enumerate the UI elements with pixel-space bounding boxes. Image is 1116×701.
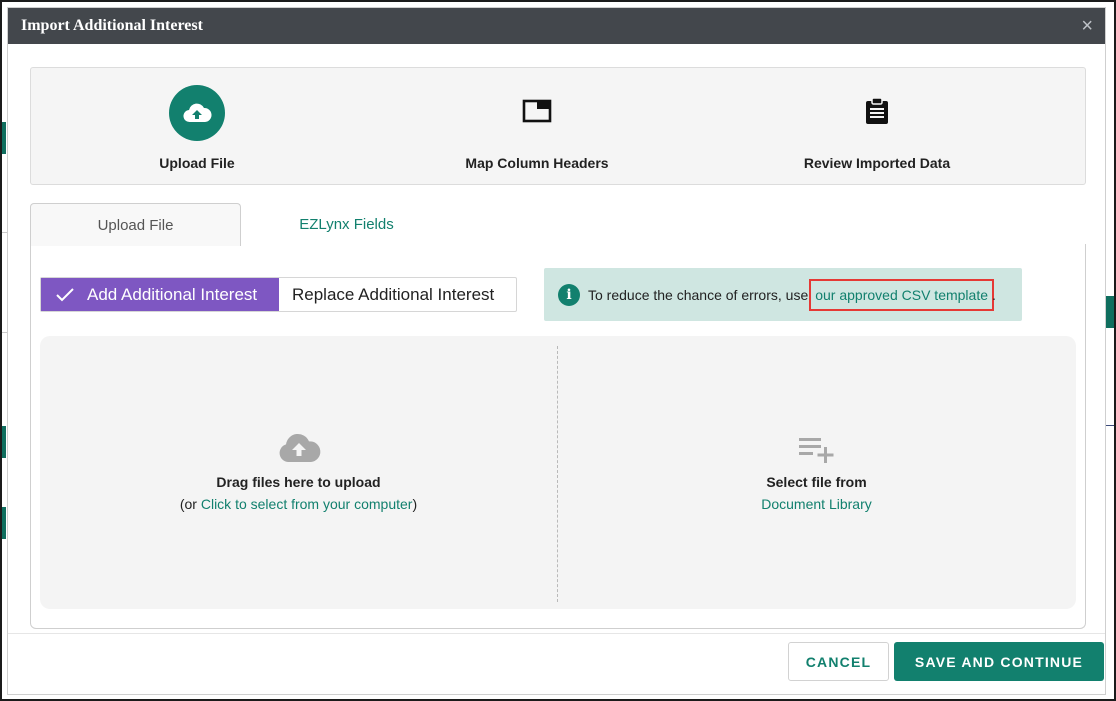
tab-upload-file[interactable]: Upload File bbox=[30, 203, 241, 246]
screenshot-frame bbox=[0, 0, 1116, 701]
